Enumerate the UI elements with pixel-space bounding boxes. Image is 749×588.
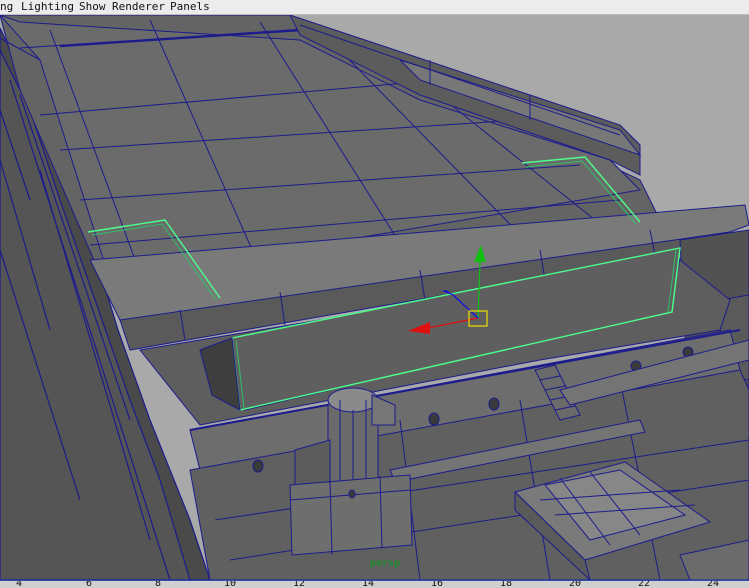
timeline-tick: 20 — [569, 580, 582, 588]
timeline-tick: 12 — [293, 580, 306, 588]
maya-window: ng Lighting Show Renderer Panels persp 4… — [0, 0, 749, 588]
menu-lighting[interactable]: Lighting — [21, 0, 74, 13]
timeline-tick: 16 — [431, 580, 444, 588]
camera-label: persp — [370, 558, 401, 569]
menu-panels[interactable]: Panels — [170, 0, 210, 13]
timeline-tick: 22 — [638, 580, 651, 588]
menu-show[interactable]: Show — [79, 0, 106, 13]
ship-model-wireframe[interactable] — [0, 15, 749, 580]
timeline-tick: 14 — [362, 580, 375, 588]
timeline-tick: 18 — [500, 580, 513, 588]
timeline-tick: 10 — [224, 580, 237, 588]
menu-renderer[interactable]: Renderer — [112, 0, 165, 13]
timeline-tick: 8 — [155, 580, 162, 588]
timeline-tick: 4 — [16, 580, 23, 588]
time-slider[interactable]: 4 6 8 10 12 14 16 18 20 22 24 — [0, 580, 749, 588]
timeline-tick: 6 — [86, 580, 93, 588]
timeline-tick: 24 — [707, 580, 720, 588]
menu-shading[interactable]: ng — [0, 0, 13, 13]
perspective-viewport[interactable]: persp — [0, 15, 749, 580]
panel-menubar: ng Lighting Show Renderer Panels — [0, 0, 749, 15]
